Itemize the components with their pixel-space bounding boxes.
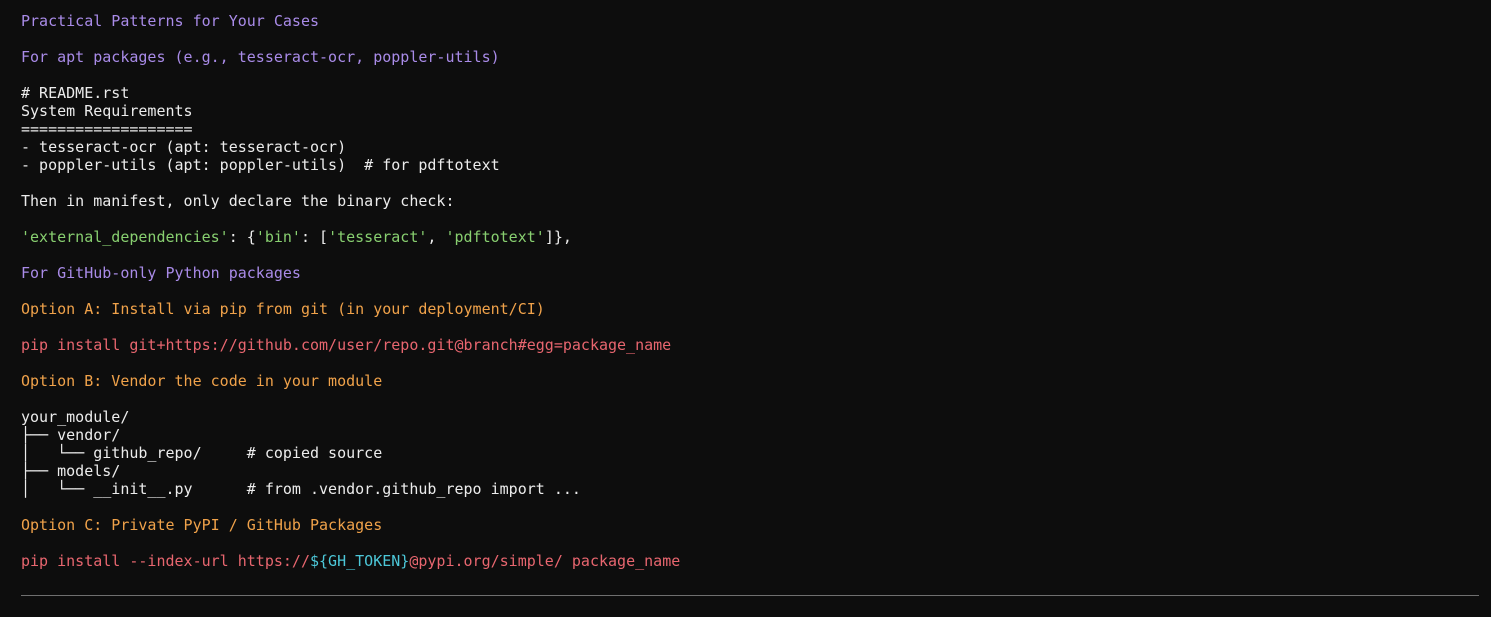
tree-line: ├── vendor/: [21, 426, 121, 444]
punct: ,: [427, 228, 446, 246]
punct: : [: [300, 228, 329, 246]
readme-line: - tesseract-ocr (apt: tesseract-ocr): [21, 138, 347, 156]
option-c-title: Option C: Private PyPI / GitHub Packages: [21, 516, 383, 534]
punct: ]},: [544, 228, 572, 246]
page-heading: Practical Patterns for Your Cases: [21, 12, 320, 30]
tree-line: │ └── github_repo/ # copied source: [21, 444, 383, 462]
manifest-note: Then in manifest, only declare the binar…: [21, 192, 455, 210]
readme-line: - poppler-utils (apt: poppler-utils) # f…: [21, 156, 500, 174]
option-b-title: Option B: Vendor the code in your module: [21, 372, 383, 390]
string-value: 'tesseract': [328, 228, 428, 246]
manifest-code: 'external_dependencies': {'bin': ['tesse…: [21, 228, 572, 246]
horizontal-divider: [21, 595, 1479, 596]
option-a-command: pip install git+https://github.com/user/…: [21, 336, 672, 354]
github-section-title: For GitHub-only Python packages: [21, 264, 301, 282]
punct: : {: [228, 228, 256, 246]
tree-line: ├── models/: [21, 462, 121, 480]
readme-line: # README.rst: [21, 84, 130, 102]
tree-line: your_module/: [21, 408, 130, 426]
dict-key: 'external_dependencies': [21, 228, 229, 246]
command-prefix: pip install --index-url https://: [21, 552, 310, 570]
apt-section-title: For apt packages (e.g., tesseract-ocr, p…: [21, 48, 500, 66]
readme-line: System Requirements: [21, 102, 193, 120]
tree-line: │ └── __init__.py # from .vendor.github_…: [21, 480, 581, 498]
env-variable: ${GH_TOKEN}: [309, 552, 410, 570]
command-suffix: @pypi.org/simple/ package_name: [409, 552, 681, 570]
option-a-title: Option A: Install via pip from git (in y…: [21, 300, 545, 318]
readme-line: ===================: [21, 120, 193, 138]
terminal-output: Practical Patterns for Your Cases For ap…: [0, 0, 1491, 617]
string-value: 'pdftotext': [445, 228, 545, 246]
dict-key: 'bin': [255, 228, 301, 246]
option-c-command: pip install --index-url https://${GH_TOK…: [21, 552, 680, 570]
